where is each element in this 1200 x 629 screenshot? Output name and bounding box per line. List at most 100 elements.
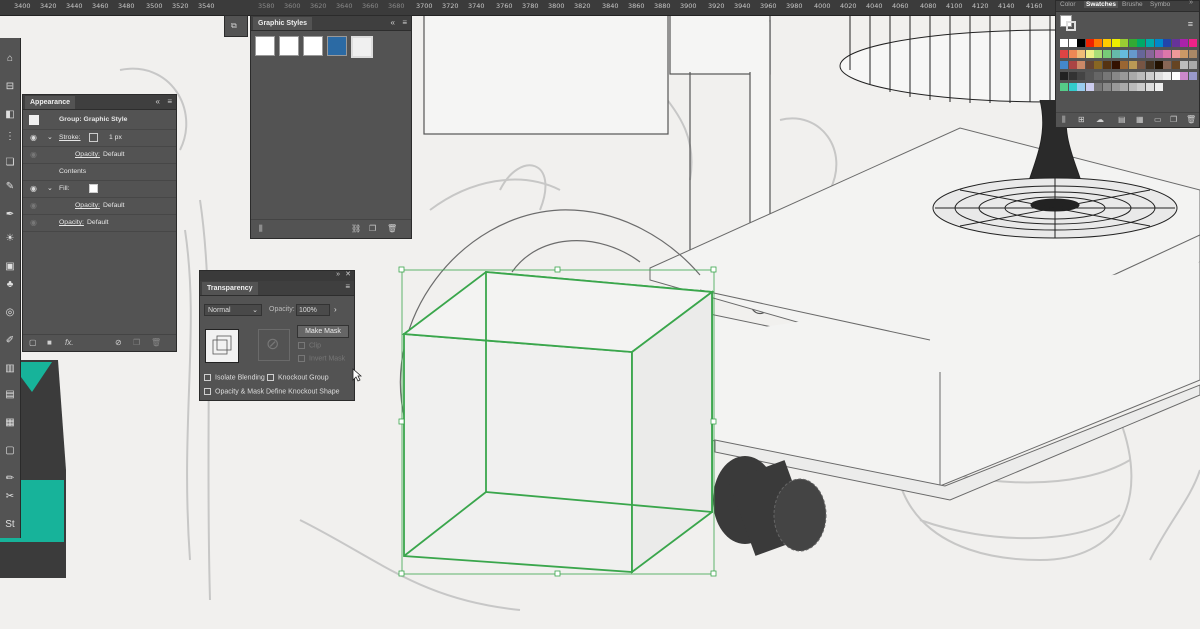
color-swatch[interactable] [1111,39,1120,47]
color-swatch[interactable] [1103,50,1111,58]
color-swatch[interactable] [1189,72,1197,80]
pathfinder-tool-icon[interactable]: ◧ [2,108,18,122]
transform-tool-icon[interactable]: ⋮ [2,130,18,144]
expand-icon[interactable]: » [1189,0,1193,6]
cloud-icon[interactable]: ☁ [1096,115,1104,125]
color-swatch[interactable] [1128,50,1137,58]
graphic-style-red-stroke[interactable] [303,36,323,56]
define-knockout-checkbox[interactable]: Opacity & Mask Define Knockout Shape [204,388,340,395]
visibility-eye-icon[interactable]: ◉ [30,134,37,142]
color-swatch[interactable] [1120,72,1129,80]
make-mask-button[interactable]: Make Mask [297,325,349,338]
color-swatch[interactable] [1120,61,1129,69]
color-swatch[interactable] [1180,61,1189,69]
add-fill-icon[interactable]: ■ [47,338,52,348]
fill-label[interactable]: Fill: [59,181,70,197]
visibility-eye-icon[interactable]: ◉ [30,151,37,159]
color-swatch[interactable] [1163,39,1172,47]
color-swatch[interactable] [1137,72,1146,80]
color-swatch[interactable] [1154,61,1163,69]
contents-row[interactable]: Contents [23,164,176,181]
color-swatch[interactable] [1154,39,1163,47]
color-swatch[interactable] [1094,72,1103,80]
color-swatch[interactable] [1060,39,1068,47]
opacity-input[interactable]: 100% [296,304,330,316]
color-swatch[interactable] [1171,61,1180,69]
graph-icon[interactable]: ▥ [2,362,18,376]
expand-chevron-icon[interactable]: ⌄ [47,130,53,146]
collapsed-panel-button[interactable]: ⧉ [224,15,248,37]
color-swatch[interactable] [1085,39,1094,47]
transparency-tab[interactable]: Transparency [202,282,258,295]
image-trace-icon[interactable]: ▣ [2,260,18,274]
color-swatch[interactable] [1060,61,1068,69]
color-swatch[interactable] [1171,50,1180,58]
graphic-style-default[interactable] [255,36,275,56]
color-swatch[interactable] [1085,50,1094,58]
color-swatch[interactable] [1094,39,1103,47]
fill-stroke-indicator[interactable] [1060,15,1078,35]
color-swatch[interactable] [1111,61,1120,69]
chevron-right-icon[interactable]: › [334,305,337,314]
new-graphic-style-icon[interactable]: ❐ [369,224,376,234]
panel-menu-icon[interactable]: ≡ [402,17,407,29]
layers-tool-icon[interactable]: ❏ [2,156,18,170]
color-swatch[interactable] [1180,72,1189,80]
color-swatch[interactable] [1094,61,1103,69]
layout-icon[interactable]: ▤ [2,388,18,402]
align-tool-icon[interactable]: ⊟ [2,80,18,94]
appearance-tab[interactable]: Appearance [25,96,76,109]
color-swatch[interactable] [1137,50,1146,58]
panel-menu-icon[interactable]: ≡ [1188,19,1193,29]
color-swatch[interactable] [1146,83,1154,91]
color-swatch[interactable] [1163,50,1172,58]
color-swatch[interactable] [1094,50,1103,58]
color-swatch[interactable] [1085,72,1094,80]
visibility-eye-icon[interactable]: ◉ [30,219,37,227]
tab-brushes[interactable]: Brushe [1122,1,1143,8]
panel-menu-icon[interactable]: ≡ [167,96,172,108]
collapse-icon[interactable]: » [336,269,340,281]
visibility-eye-icon[interactable]: ◉ [30,202,37,210]
collapse-icon[interactable]: « [156,96,160,108]
brush-tool-icon[interactable]: ✎ [2,180,18,194]
color-swatch[interactable] [1189,50,1197,58]
stroke-label[interactable]: Stroke: [59,130,81,146]
delete-icon[interactable]: 🗑 [387,224,397,234]
clip-checkbox[interactable]: Clip [298,342,321,349]
color-swatch[interactable] [1189,61,1197,69]
stroke-icon[interactable]: ▢ [2,444,18,458]
fill-row[interactable]: ◉ ⌄ Fill: [23,181,176,198]
color-swatch[interactable] [1077,61,1086,69]
pencil-icon[interactable]: ✐ [2,334,18,348]
color-swatch[interactable] [1111,72,1120,80]
stroke-opacity-label[interactable]: Opacity: [75,147,100,163]
opacity-label[interactable]: Opacity: [59,215,84,231]
color-swatch[interactable] [1111,50,1120,58]
stroke-swatch[interactable] [89,133,98,142]
swatch-grid[interactable] [1060,39,1197,99]
invert-mask-checkbox[interactable]: Invert Mask [298,355,345,362]
color-swatch[interactable] [1077,50,1086,58]
color-swatch[interactable] [1103,83,1111,91]
graphic-style-blue[interactable] [327,36,347,56]
color-swatch[interactable] [1154,83,1163,91]
color-swatch[interactable] [1137,61,1146,69]
isolate-blending-checkbox[interactable]: Isolate Blending [204,374,265,381]
color-swatch[interactable] [1068,61,1077,69]
object-thumbnail[interactable] [205,329,239,363]
graphic-styles-tab[interactable]: Graphic Styles [253,17,313,30]
swatch-options-icon[interactable]: ▤ [1118,115,1126,125]
transparency-titlebar[interactable]: » ✕ [200,271,354,281]
blend-mode-dropdown[interactable]: Normal ⌄ [204,304,262,316]
new-swatch-icon[interactable]: ❐ [1170,115,1177,125]
stroke-indicator[interactable] [1066,21,1076,31]
color-swatch[interactable] [1103,39,1111,47]
stroke-row[interactable]: ◉ ⌄ Stroke: 1 px [23,130,176,147]
swirl-icon[interactable]: ◎ [2,306,18,320]
delete-icon[interactable]: 🗑 [1186,115,1196,125]
color-swatch[interactable] [1128,72,1137,80]
stroke-weight[interactable]: 1 px [109,130,122,146]
artboard-tool-icon[interactable]: ⌂ [2,52,18,66]
fill-swatch[interactable] [89,184,98,193]
